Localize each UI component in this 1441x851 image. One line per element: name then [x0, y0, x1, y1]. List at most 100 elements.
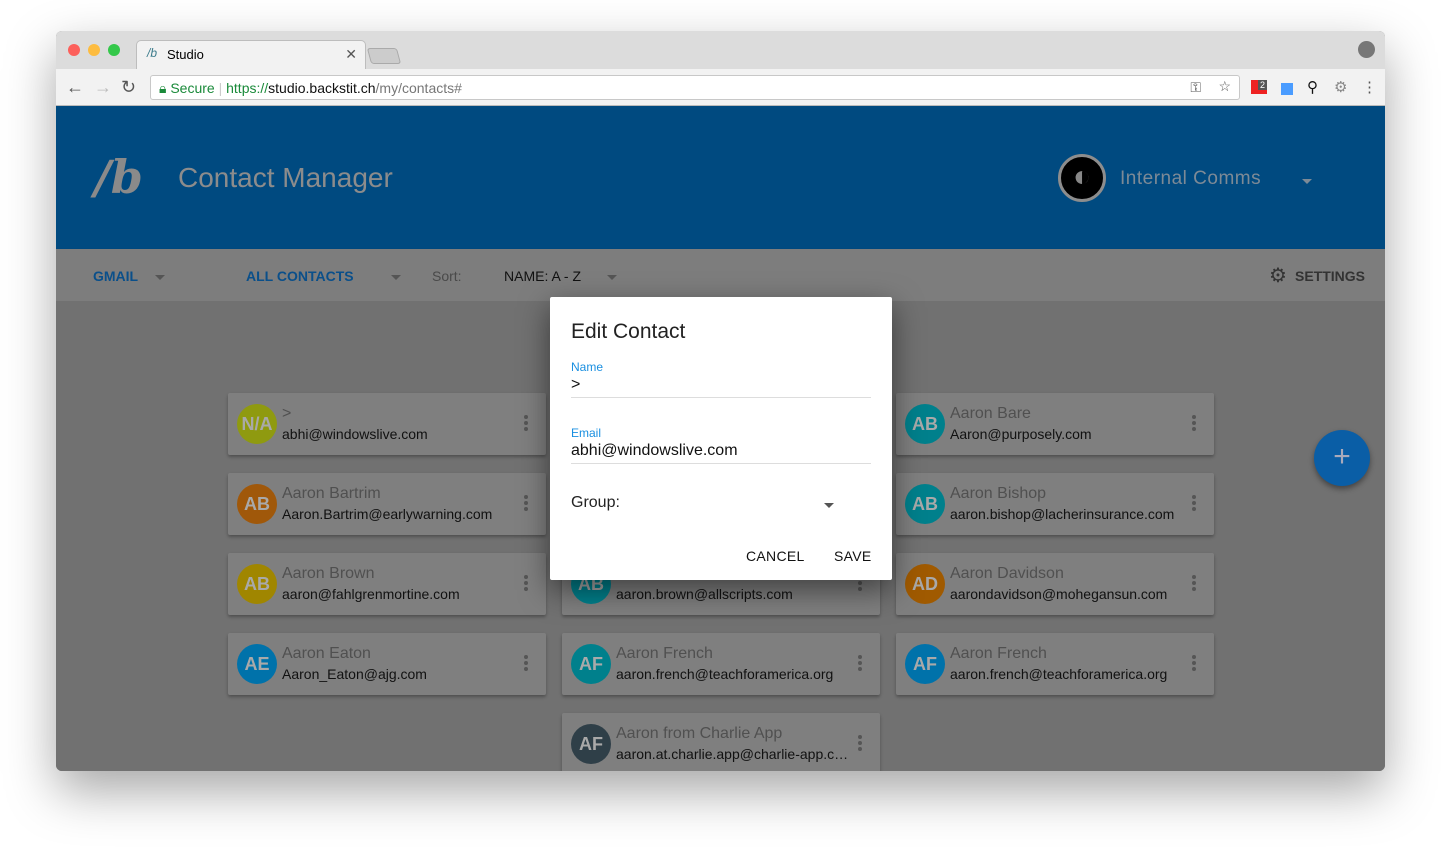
close-tab-icon[interactable]: ✕: [345, 46, 357, 63]
cancel-button[interactable]: CANCEL: [746, 548, 805, 564]
avatar: AD: [905, 564, 945, 604]
secure-label: Secure: [170, 80, 215, 96]
more-options-icon[interactable]: [524, 575, 528, 593]
app-header: /b Contact Manager ◐ Internal Comms: [56, 106, 1385, 249]
avatar: AF: [571, 724, 611, 764]
contact-name: Aaron Eaton: [282, 645, 371, 662]
browser-menu-icon[interactable]: ⋮: [1362, 78, 1377, 96]
filter-dropdown[interactable]: ALL CONTACTS: [246, 268, 354, 284]
save-button[interactable]: SAVE: [834, 548, 872, 564]
close-window-button[interactable]: [68, 44, 80, 56]
globe-icon[interactable]: ◐: [1058, 154, 1106, 202]
contact-card[interactable]: AB Aaron Bare Aaron@purposely.com: [896, 393, 1214, 455]
contact-card[interactable]: AE Aaron Eaton Aaron_Eaton@ajg.com: [228, 633, 546, 695]
contact-email: aaron.bishop@lacherinsurance.com: [950, 506, 1175, 522]
group-label: Group:: [571, 494, 620, 511]
contact-email: aarondavidson@mohegansun.com: [950, 586, 1168, 602]
contact-name: >: [282, 405, 292, 422]
contact-email: aaron.french@teachforamerica.org: [950, 666, 1168, 682]
star-icon[interactable]: ☆: [1218, 78, 1231, 95]
contact-email: aaron.french@teachforamerica.org: [616, 666, 834, 682]
app-logo: /b: [94, 150, 143, 204]
contact-email: abhi@windowslive.com: [282, 426, 428, 442]
sort-chevron-down-icon[interactable]: [607, 275, 617, 280]
more-options-icon[interactable]: [524, 415, 528, 433]
add-contact-button[interactable]: +: [1314, 430, 1370, 486]
email-label: Email: [571, 426, 602, 440]
dialog-title: Edit Contact: [571, 320, 686, 343]
email-field[interactable]: abhi@windowslive.com: [571, 442, 871, 464]
browser-tab[interactable]: /b Studio ✕: [136, 40, 366, 70]
name-field[interactable]: >: [571, 376, 871, 398]
filter-chevron-down-icon[interactable]: [391, 275, 401, 280]
contact-name: Aaron Bishop: [950, 485, 1047, 502]
avatar: AF: [905, 644, 945, 684]
more-options-icon[interactable]: [858, 655, 862, 673]
color-picker-extension-icon[interactable]: [1281, 83, 1293, 95]
settings-button[interactable]: SETTINGS: [1295, 268, 1365, 284]
more-options-icon[interactable]: [1192, 575, 1196, 593]
contact-email: aaron.brown@allscripts.com: [616, 586, 793, 602]
avatar: AF: [571, 644, 611, 684]
forward-icon[interactable]: →: [94, 77, 112, 98]
contact-card[interactable]: AD Aaron Davidson aarondavidson@mohegans…: [896, 553, 1214, 615]
name-label: Name: [571, 360, 604, 374]
profile-icon[interactable]: [1358, 41, 1375, 58]
url-input[interactable]: 🔒︎ Secure | https://studio.backstit.ch/m…: [150, 75, 1240, 100]
sort-dropdown[interactable]: NAME: A - Z: [504, 268, 581, 284]
tab-title: Studio: [167, 47, 204, 62]
contact-email: aaron.at.charlie.app@charlie-app.com: [616, 746, 851, 762]
key-icon[interactable]: ⚿: [1190, 79, 1201, 96]
contact-name: Aaron Davidson: [950, 565, 1064, 582]
group-select-chevron-icon[interactable]: [824, 503, 834, 508]
contact-card[interactable]: AF Aaron from Charlie App aaron.at.charl…: [562, 713, 880, 771]
maximize-window-button[interactable]: [108, 44, 120, 56]
contact-name: Aaron Brown: [282, 565, 375, 582]
search-extension-icon[interactable]: ⚲: [1307, 78, 1318, 96]
more-options-icon[interactable]: [524, 655, 528, 673]
lock-icon: 🔒︎: [159, 80, 167, 96]
back-icon[interactable]: ←: [66, 77, 84, 98]
url-path: /my/contacts#: [375, 80, 462, 96]
contact-card[interactable]: AB Aaron Brown aaron@fahlgrenmortine.com: [228, 553, 546, 615]
contact-email: Aaron_Eaton@ajg.com: [282, 666, 427, 682]
avatar: AB: [237, 564, 277, 604]
tab-bar: /b Studio ✕: [56, 31, 1385, 70]
url-scheme: https://: [226, 80, 269, 96]
avatar: AB: [905, 484, 945, 524]
contact-name: Aaron from Charlie App: [616, 725, 783, 742]
contact-card[interactable]: AB Aaron Bishop aaron.bishop@lacherinsur…: [896, 473, 1214, 535]
account-dropdown[interactable]: GMAIL: [93, 268, 138, 284]
gear-extension-icon[interactable]: ⚙: [1334, 78, 1347, 96]
gear-icon[interactable]: ⚙: [1269, 263, 1287, 288]
url-host: studio.backstit.ch: [268, 80, 376, 96]
more-options-icon[interactable]: [1192, 415, 1196, 433]
contact-name: Aaron Bare: [950, 405, 1031, 422]
account-chevron-down-icon[interactable]: [155, 275, 165, 280]
contact-card[interactable]: AF Aaron French aaron.french@teachforame…: [562, 633, 880, 695]
reload-icon[interactable]: ↻: [121, 77, 136, 98]
org-chevron-down-icon[interactable]: [1302, 179, 1312, 184]
address-bar: ← → ↻ 🔒︎ Secure | https://studio.backsti…: [56, 69, 1385, 106]
org-selector[interactable]: Internal Comms: [1120, 168, 1261, 190]
contact-card[interactable]: AB Aaron Bartrim Aaron.Bartrim@earlywarn…: [228, 473, 546, 535]
new-tab-button[interactable]: [366, 48, 402, 64]
contact-name: Aaron French: [616, 645, 713, 662]
calendar-extension-icon[interactable]: 2: [1251, 80, 1267, 94]
more-options-icon[interactable]: [1192, 655, 1196, 673]
minimize-window-button[interactable]: [88, 44, 100, 56]
contact-card[interactable]: AF Aaron French aaron.french@teachforame…: [896, 633, 1214, 695]
avatar: N/A: [237, 404, 277, 444]
avatar: AB: [905, 404, 945, 444]
sort-label: Sort:: [432, 268, 462, 284]
contact-email: Aaron@purposely.com: [950, 426, 1092, 442]
more-options-icon[interactable]: [858, 735, 862, 753]
avatar: AE: [237, 644, 277, 684]
more-options-icon[interactable]: [1192, 495, 1196, 513]
contact-name: Aaron French: [950, 645, 1047, 662]
avatar: AB: [237, 484, 277, 524]
contact-card[interactable]: N/A > abhi@windowslive.com: [228, 393, 546, 455]
contact-name: Aaron Bartrim: [282, 485, 381, 502]
more-options-icon[interactable]: [524, 495, 528, 513]
app-title: Contact Manager: [178, 162, 393, 193]
